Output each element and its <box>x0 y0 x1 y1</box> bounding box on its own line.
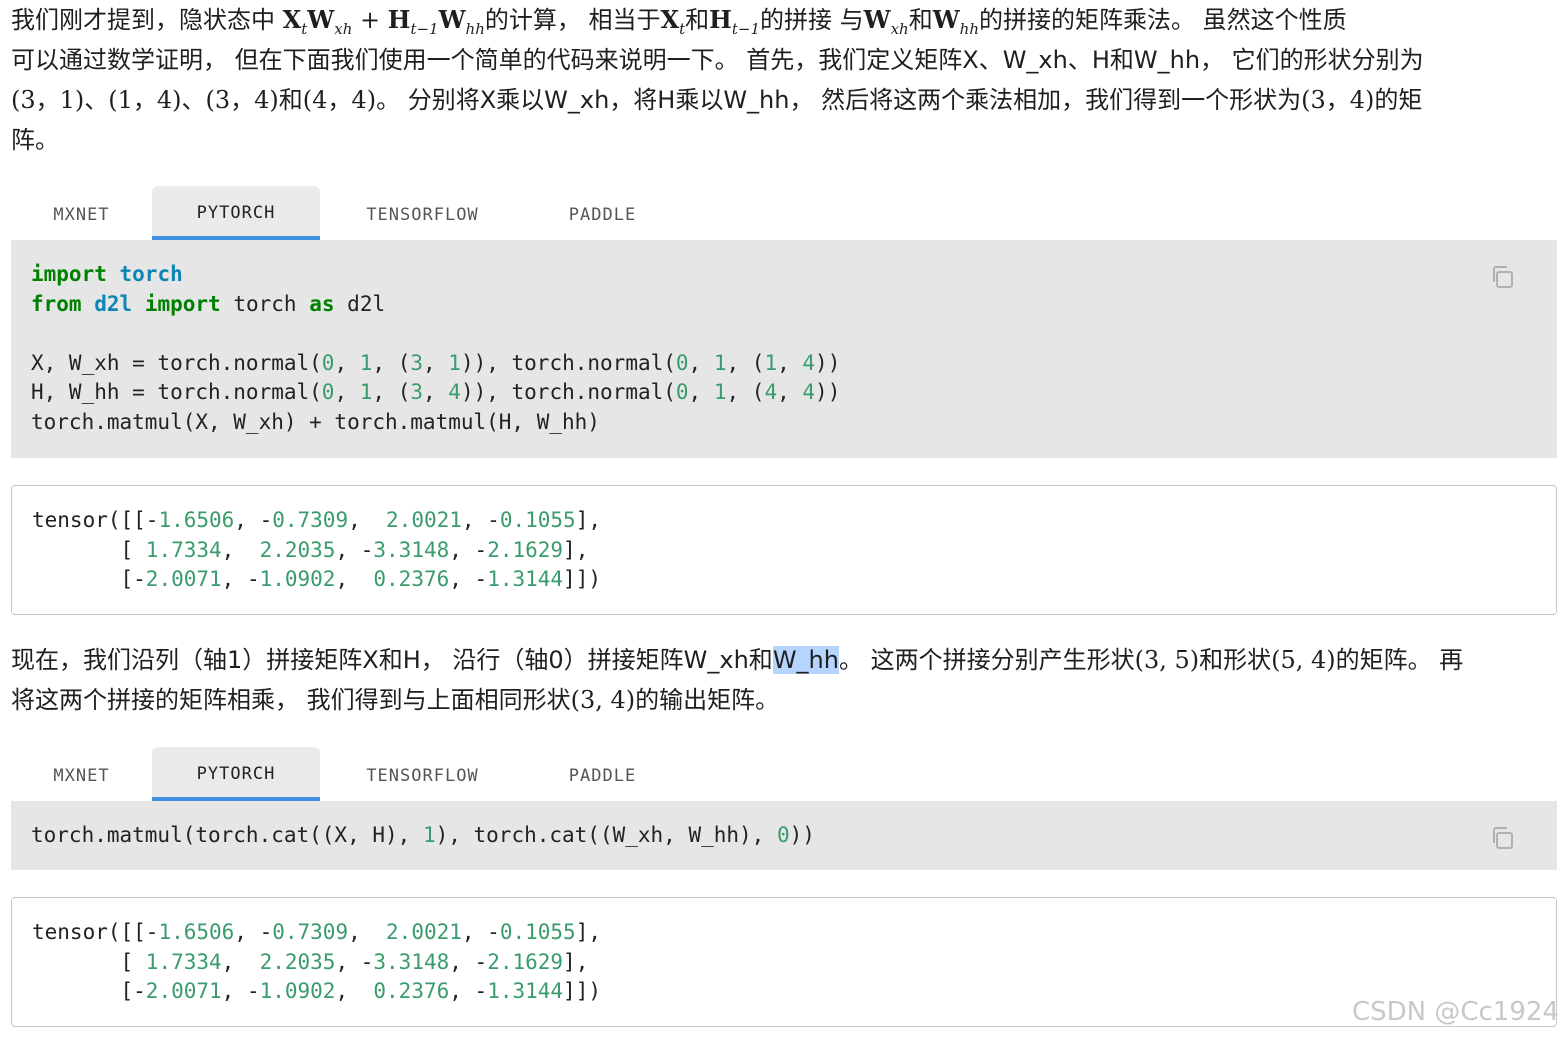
code-line: import torch <box>31 262 183 286</box>
tab-mxnet[interactable]: MXNET <box>11 747 152 801</box>
framework-tabs-1: MXNET PYTORCH TENSORFLOW PADDLE <box>11 186 1557 240</box>
code-line: torch.matmul(X, W_xh) + torch.matmul(H, … <box>31 409 600 434</box>
copy-icon <box>1493 266 1513 288</box>
code-block-2[interactable]: torch.matmul(torch.cat((X, H), 1), torch… <box>11 801 1557 870</box>
tab-paddle[interactable]: PADDLE <box>525 186 680 240</box>
paragraph-concat-line-2: 将这两个拼接的矩阵相乘， 我们得到与上面相同形状(3, 4)的输出矩阵。 <box>11 686 780 714</box>
paragraph-intro-line-4: 阵。 <box>11 126 59 154</box>
selected-text[interactable]: W_hh <box>772 646 839 674</box>
paragraph-intro-line-1: 我们刚才提到，隐状态中 XtWxh + Ht−1Whh的计算， 相当于Xt和Ht… <box>11 5 1347 38</box>
code-line: X, W_xh = torch.normal(0, 1, (3, 1)), to… <box>31 350 841 375</box>
copy-button-2[interactable] <box>1489 825 1515 851</box>
paragraph-concat: 现在，我们沿列（轴1）拼接矩阵X和H， 沿行（轴0）拼接矩阵W_xh和W_hh。… <box>11 640 1557 720</box>
tab-tensorflow[interactable]: TENSORFLOW <box>320 186 525 240</box>
code-block-1[interactable]: import torch from d2l import torch as d2… <box>11 240 1557 458</box>
code-line: H, W_hh = torch.normal(0, 1, (3, 4)), to… <box>31 380 841 405</box>
tensor-row: tensor([[-1.6506, -0.7309, 2.0021, -0.10… <box>32 508 601 532</box>
code-line: from d2l import torch as d2l <box>31 291 386 316</box>
paragraph-intro-line-3: (3，1)、(1，4)、(3，4)和(4，4)。 分别将X乘以W_xh，将H乘以… <box>11 86 1423 114</box>
output-block-1: tensor([[-1.6506, -0.7309, 2.0021, -0.10… <box>11 485 1557 615</box>
tab-pytorch[interactable]: PYTORCH <box>152 186 320 240</box>
paragraph-concat-line-1: 现在，我们沿列（轴1）拼接矩阵X和H， 沿行（轴0）拼接矩阵W_xh和W_hh。… <box>11 646 1464 674</box>
tab-pytorch[interactable]: PYTORCH <box>152 747 320 801</box>
paragraph-intro-line-2: 可以通过数学证明， 但在下面我们使用一个简单的代码来说明一下。 首先，我们定义矩… <box>11 46 1424 74</box>
output-block-2: tensor([[-1.6506, -0.7309, 2.0021, -0.10… <box>11 897 1557 1027</box>
tab-mxnet[interactable]: MXNET <box>11 186 152 240</box>
watermark: CSDN @Cc1924 <box>1351 997 1559 1027</box>
framework-tabs-2: MXNET PYTORCH TENSORFLOW PADDLE <box>11 747 1557 801</box>
code-line: torch.matmul(torch.cat((X, H), 1), torch… <box>31 823 815 847</box>
copy-button-1[interactable] <box>1489 264 1515 290</box>
tensor-row: [ 1.7334, 2.2035, -3.3148, -2.1629], <box>32 537 589 562</box>
tensor-row: [ 1.7334, 2.2035, -3.3148, -2.1629], <box>32 949 589 974</box>
tensor-row: [-2.0071, -1.0902, 0.2376, -1.3144]]) <box>32 567 601 592</box>
tensor-row: [-2.0071, -1.0902, 0.2376, -1.3144]]) <box>32 979 601 1004</box>
tab-tensorflow[interactable]: TENSORFLOW <box>320 747 525 801</box>
paragraph-intro: 我们刚才提到，隐状态中 XtWxh + Ht−1Whh的计算， 相当于Xt和Ht… <box>11 0 1557 160</box>
copy-icon <box>1493 827 1513 849</box>
tab-paddle[interactable]: PADDLE <box>525 747 680 801</box>
tensor-row: tensor([[-1.6506, -0.7309, 2.0021, -0.10… <box>32 920 601 944</box>
